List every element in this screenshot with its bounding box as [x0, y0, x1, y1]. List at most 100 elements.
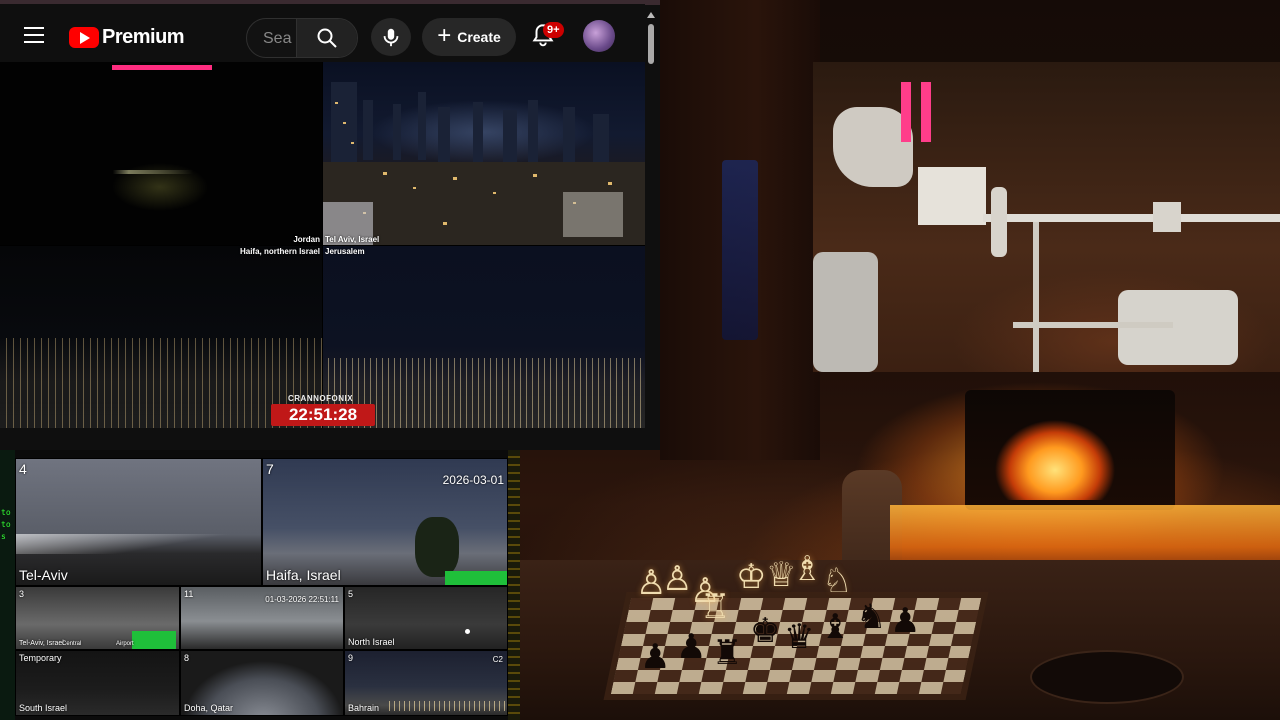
chess-king-icon: ♔	[736, 558, 767, 596]
camera-label: Doha, Qatar	[184, 703, 234, 713]
plus-icon: +	[437, 22, 452, 49]
camera-label: South Israel	[19, 703, 68, 713]
camera-date: 2026-03-01	[442, 473, 504, 487]
scroll-thumb[interactable]	[648, 24, 654, 64]
search-button[interactable]	[296, 19, 357, 57]
dish	[1030, 650, 1184, 704]
chess-king-icon: ♚	[750, 612, 781, 650]
camera-number: 4	[19, 461, 27, 477]
menu-icon[interactable]	[24, 27, 44, 43]
feed-jordan: Jordan	[0, 62, 322, 245]
rack-bar	[1013, 322, 1173, 328]
youtube-logo[interactable]: Premium	[69, 25, 185, 49]
camera-tile-9[interactable]: 9 C2 Bahrain	[344, 650, 508, 716]
camera-number: 11	[184, 589, 194, 599]
strap	[901, 82, 911, 142]
chess-queen-icon: ♛	[784, 618, 815, 656]
youtube-logo-icon	[69, 26, 99, 48]
scroll-up-arrow-icon[interactable]	[647, 12, 655, 18]
camera-mosaic: to to s 4 Tel-Aviv 7 2026-03-01 Haifa, I…	[0, 450, 520, 720]
youtube-window: Premium + Create	[0, 0, 660, 450]
rack-post	[1033, 222, 1039, 372]
video-player[interactable]: Jordan Tel Aviv, Israel Haifa, northern …	[0, 62, 645, 428]
camera-number: 7	[266, 461, 274, 477]
live-clock: 22:51:28	[271, 404, 375, 426]
search-box	[246, 18, 358, 58]
camera-date: 01-03-2026 22:51:11	[265, 595, 339, 604]
feed-tel-aviv: Tel Aviv, Israel	[323, 62, 645, 245]
voice-search-button[interactable]	[371, 18, 411, 56]
camera-label: Bahrain	[348, 703, 380, 713]
camera-number: 9	[348, 653, 354, 663]
feed-label-jerusalem: Jerusalem	[325, 247, 365, 256]
barbell	[983, 214, 1280, 222]
feed-label-haifa: Haifa, northern Israel	[239, 247, 320, 256]
notifications-badge: 9+	[543, 22, 564, 38]
camera-tile-11[interactable]: 11 01-03-2026 22:51:11	[180, 586, 344, 650]
camera-label: Haifa, Israel	[266, 567, 341, 583]
strip-text: s	[1, 532, 6, 541]
tree	[415, 517, 459, 577]
below-player-area	[0, 428, 660, 450]
logo-text: Premium	[102, 25, 185, 48]
camera-sublabel: Central	[62, 641, 82, 647]
gym-video-inset	[813, 62, 1280, 372]
horizon-lights	[16, 534, 261, 554]
moon	[465, 629, 470, 634]
camera-tile-8[interactable]: 8 Doha, Qatar	[180, 650, 344, 716]
weight-plate	[1153, 202, 1181, 232]
strap	[921, 82, 931, 142]
camera-label: Tel-Aviv, Israel	[19, 640, 64, 647]
fire-flame	[995, 400, 1115, 500]
camera-tile-3[interactable]: 3 Tel-Aviv, Israel Central Airport	[15, 586, 180, 650]
youtube-header: Premium + Create	[0, 4, 645, 62]
chess-knight-icon: ♘	[822, 562, 853, 600]
chess-pawn-icon: ♟	[640, 638, 671, 676]
camera-tile-7[interactable]: 7 2026-03-01 Haifa, Israel	[262, 458, 508, 586]
search-icon	[317, 28, 337, 48]
feed-haifa: Haifa, northern Israel	[0, 246, 322, 428]
skyline	[323, 82, 645, 245]
left-terminal-strip: to to s	[0, 450, 15, 720]
camera-label: Tel-Aviv	[19, 567, 68, 583]
signal-bar	[445, 571, 507, 585]
feed-label-jordan: Jordan	[293, 235, 320, 244]
broadcaster-label: CRANNOFONIX	[288, 394, 354, 403]
camera-sublabel: Airport	[116, 641, 134, 647]
camera-label: North Israel	[348, 637, 395, 647]
feed-label-tel-aviv: Tel Aviv, Israel	[325, 235, 380, 244]
chess-bishop-icon: ♗	[792, 550, 823, 588]
progress-bar	[112, 65, 212, 70]
chess-pawn-icon: ♙	[662, 560, 693, 598]
weight-plate	[918, 167, 986, 225]
camera-number: 3	[19, 589, 25, 599]
right-edge-strip	[508, 450, 520, 720]
chess-rook-icon: ♖	[700, 588, 731, 626]
scrollbar[interactable]	[646, 12, 656, 450]
create-button[interactable]: + Create	[422, 18, 516, 56]
weight-plate	[991, 187, 1007, 257]
city-lights	[0, 170, 322, 174]
strip-text: to	[1, 508, 11, 517]
chess-knight-icon: ♞	[856, 598, 887, 636]
window	[722, 160, 758, 340]
chess-pawn-icon: ♟	[676, 628, 707, 666]
mic-icon	[383, 28, 399, 46]
camera-number: 5	[348, 589, 354, 599]
chess-bishop-icon: ♝	[820, 608, 851, 646]
camera-tile-5[interactable]: 5 North Israel	[344, 586, 508, 650]
avatar[interactable]	[583, 20, 615, 52]
camera-tile-south-israel[interactable]: Temporary South Israel	[15, 650, 180, 716]
pillow	[813, 252, 878, 372]
camera-number: 8	[184, 653, 190, 663]
strip-text: to	[1, 520, 11, 529]
city-lights	[385, 701, 507, 711]
camera-top-label: Temporary	[19, 653, 62, 663]
camera-tile-4[interactable]: 4 Tel-Aviv	[15, 458, 262, 586]
create-label: Create	[457, 29, 501, 45]
signal-bar	[132, 631, 176, 649]
feed-jerusalem: Jerusalem	[323, 246, 645, 428]
camera-corner-label: C2	[492, 655, 503, 664]
chess-rook-icon: ♜	[712, 634, 743, 672]
chess-pawn-icon: ♟	[890, 602, 921, 640]
